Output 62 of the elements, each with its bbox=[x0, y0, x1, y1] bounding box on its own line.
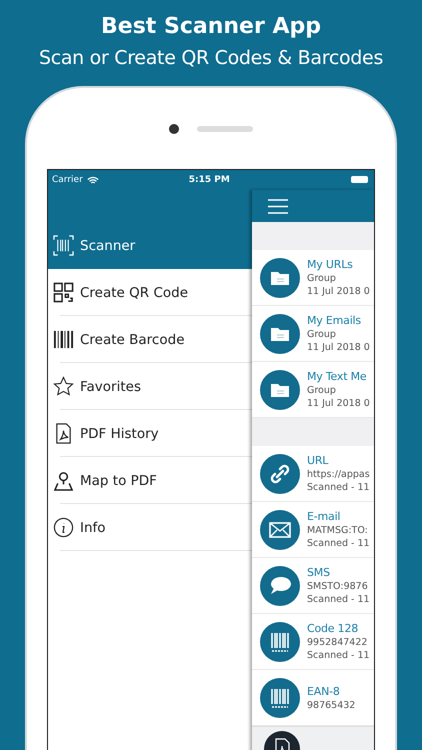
pdf-document-icon bbox=[53, 423, 74, 444]
row-date: Scanned - 11 bbox=[307, 650, 370, 661]
row-title: Code 128 bbox=[307, 622, 360, 635]
menu-item[interactable]: Create Barcode bbox=[48, 316, 252, 363]
map-pin-icon bbox=[53, 470, 74, 491]
group-row[interactable]: My URLs Group 11 Jul 2018 0 bbox=[252, 250, 374, 306]
row-date: 11 Jul 2018 0 bbox=[307, 342, 370, 353]
row-subtitle: Group bbox=[307, 273, 337, 284]
barcode-scanner-icon bbox=[53, 235, 74, 256]
row-date: Scanned - 11 bbox=[307, 538, 370, 549]
envelope-icon bbox=[260, 510, 300, 550]
scan-row[interactable]: EAN-8 98765432 bbox=[252, 670, 374, 726]
group-row[interactable]: My Text Me Group 11 Jul 2018 0 bbox=[252, 362, 374, 418]
folder-icon bbox=[260, 314, 300, 354]
wifi-icon bbox=[86, 176, 99, 184]
scan-row[interactable]: Code 128 9952847422 Scanned - 11 bbox=[252, 614, 374, 670]
battery-icon bbox=[351, 176, 368, 183]
row-date: 11 Jul 2018 0 bbox=[307, 398, 370, 409]
row-subtitle: MATMSG:TO: bbox=[307, 525, 369, 536]
row-subtitle: 98765432 bbox=[307, 700, 356, 710]
qr-code-icon bbox=[53, 282, 74, 303]
star-icon bbox=[53, 376, 74, 397]
row-title: E-mail bbox=[307, 510, 342, 523]
speaker-grille bbox=[197, 126, 253, 132]
status-time: 5:15 PM bbox=[188, 175, 230, 185]
folder-icon bbox=[260, 258, 300, 298]
scan-row[interactable]: E-mail MATMSG:TO: Scanned - 11 bbox=[252, 502, 374, 558]
menu-icon[interactable] bbox=[268, 198, 288, 214]
menu-item[interactable]: Favorites bbox=[48, 363, 252, 410]
group-row[interactable]: My Emails Group 11 Jul 2018 0 bbox=[252, 306, 374, 362]
row-title: SMS bbox=[307, 566, 331, 579]
menu-item[interactable]: PDF History bbox=[48, 410, 252, 457]
camera-icon bbox=[169, 124, 179, 134]
barcode-icon bbox=[53, 329, 74, 350]
row-subtitle: SMSTO:9876 bbox=[307, 581, 369, 592]
scan-row[interactable]: SMS SMSTO:9876 Scanned - 11 bbox=[252, 558, 374, 614]
row-date: 11 Jul 2018 0 bbox=[307, 286, 370, 297]
barcode-icon bbox=[260, 622, 300, 662]
menu-item[interactable]: Info bbox=[48, 504, 252, 551]
row-subtitle: Group bbox=[307, 385, 337, 396]
row-subtitle: Group bbox=[307, 329, 337, 340]
row-date: Scanned - 11 bbox=[307, 594, 370, 605]
menu-item[interactable]: Scanner bbox=[48, 222, 252, 269]
row-subtitle: https://appas bbox=[307, 469, 370, 480]
menu-item[interactable]: Create QR Code bbox=[48, 269, 252, 316]
folder-icon bbox=[260, 370, 300, 410]
row-title: My URLs bbox=[307, 258, 354, 271]
row-title: EAN-8 bbox=[307, 684, 341, 698]
info-icon bbox=[53, 517, 74, 538]
speech-bubble-icon bbox=[260, 566, 300, 606]
link-icon bbox=[260, 454, 300, 494]
menu-item[interactable]: Map to PDF bbox=[48, 457, 252, 504]
row-subtitle: 9952847422 bbox=[307, 637, 368, 648]
row-title: My Emails bbox=[307, 314, 362, 327]
row-title: My Text Me bbox=[307, 370, 368, 383]
app-tagline: Scan or Create QR Codes & Barcodes bbox=[38, 46, 384, 71]
row-title: URL bbox=[307, 454, 330, 467]
app-title: Best Scanner App bbox=[101, 13, 321, 41]
carrier-label: Carrier bbox=[52, 175, 83, 185]
barcode-icon bbox=[260, 678, 300, 718]
scan-row[interactable]: URL https://appas Scanned - 11 bbox=[252, 446, 374, 502]
row-date: Scanned - 11 bbox=[307, 482, 370, 493]
